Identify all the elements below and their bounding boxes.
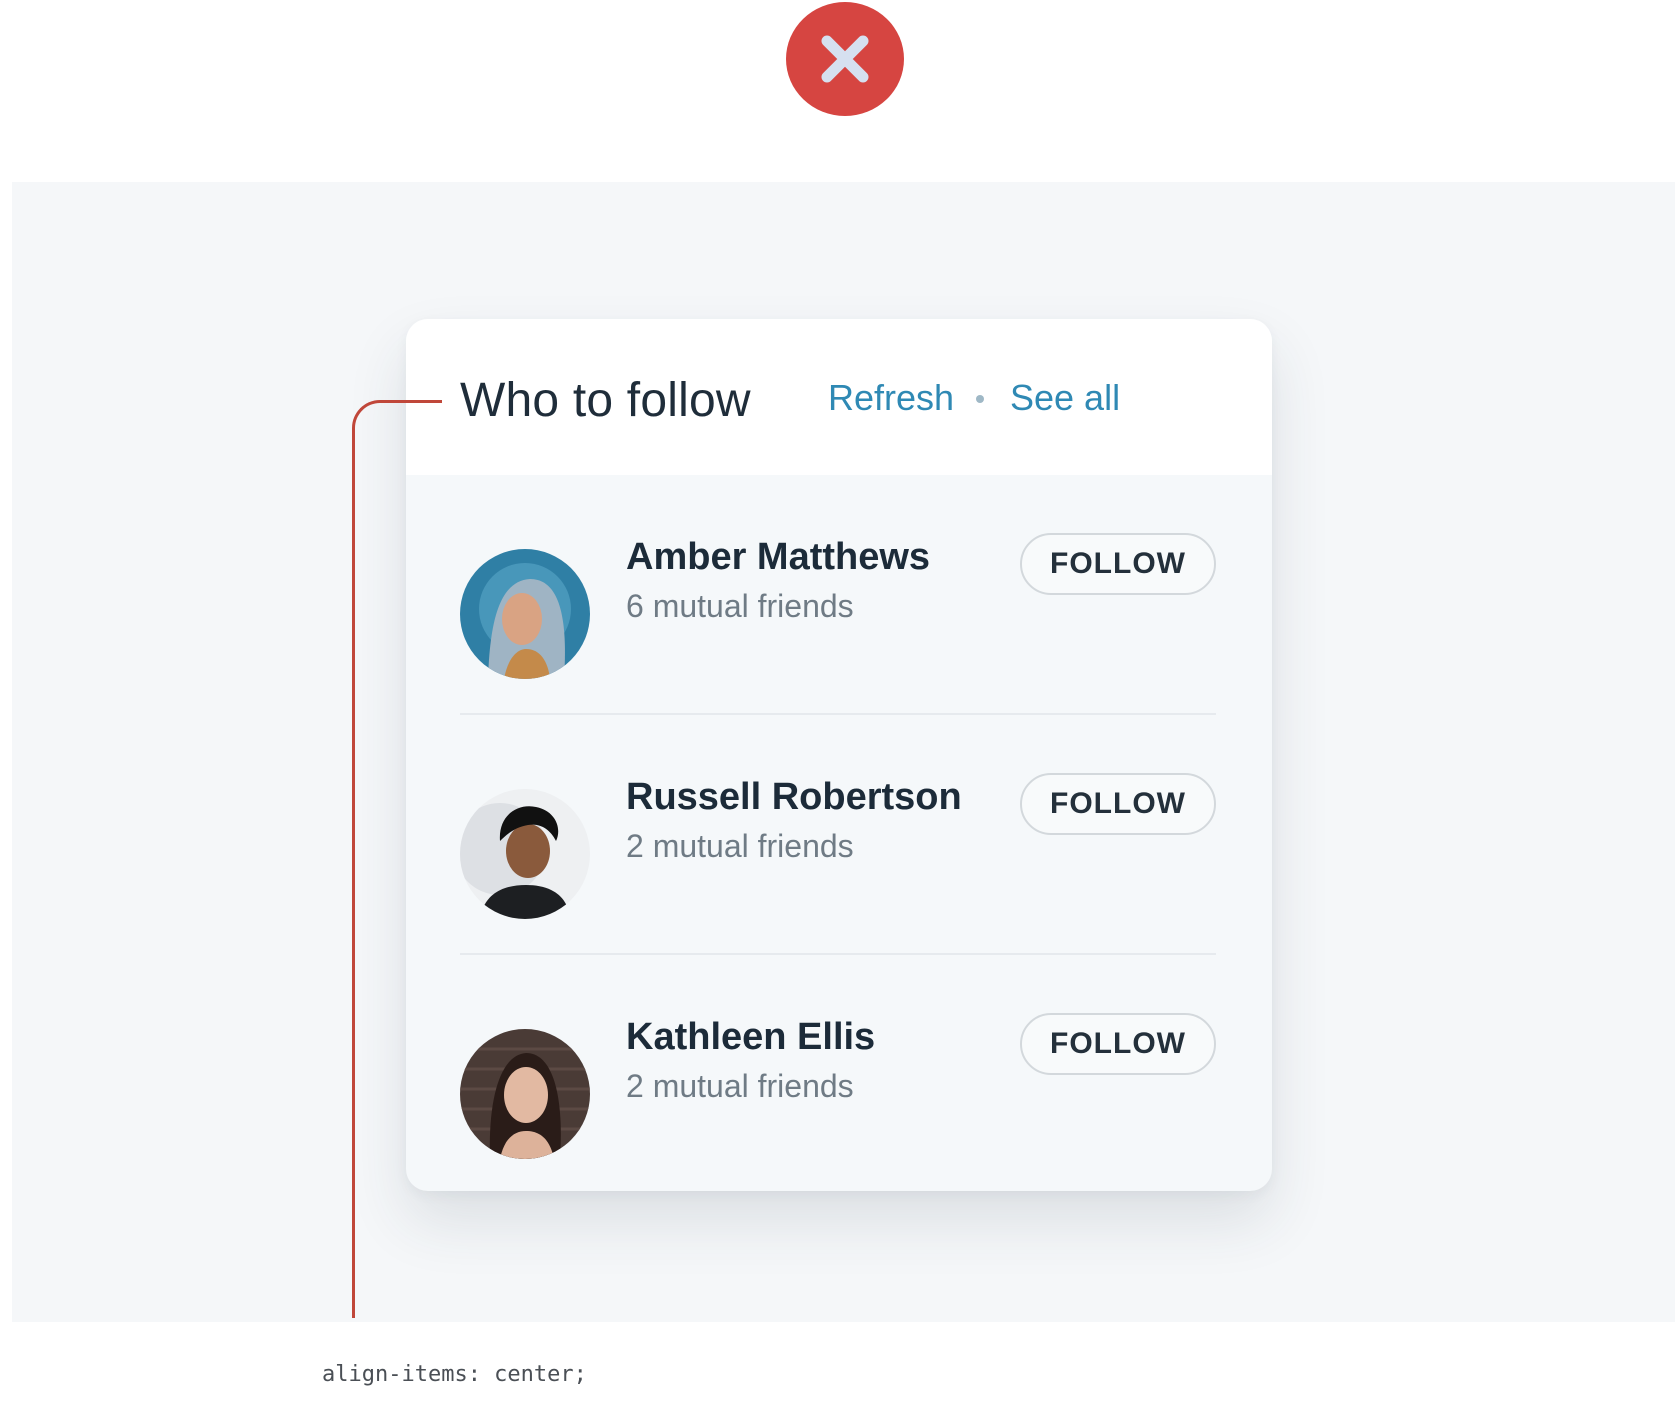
card-header: Who to follow Refresh See all	[406, 319, 1272, 475]
list-item: Kathleen Ellis 2 mutual friends FOLLOW	[406, 955, 1272, 1191]
refresh-link[interactable]: Refresh	[828, 377, 954, 419]
who-to-follow-card: Who to follow Refresh See all Amber Matt…	[406, 319, 1272, 1191]
separator-dot	[976, 395, 984, 403]
card-title: Who to follow	[460, 374, 751, 427]
user-name[interactable]: Amber Matthews	[626, 536, 930, 579]
avatar	[460, 789, 590, 919]
user-name[interactable]: Kathleen Ellis	[626, 1016, 875, 1059]
mutual-friends: 2 mutual friends	[626, 828, 854, 864]
css-annotation-label: align-items: center;	[322, 1362, 587, 1387]
error-cross-icon	[786, 2, 904, 116]
user-name[interactable]: Russell Robertson	[626, 776, 962, 819]
list-item: Amber Matthews 6 mutual friends FOLLOW	[406, 475, 1272, 713]
avatar	[460, 1029, 590, 1159]
guide-line-vertical	[352, 428, 355, 1318]
follow-button[interactable]: FOLLOW	[1020, 1013, 1216, 1075]
avatar	[460, 549, 590, 679]
page: Who to follow Refresh See all Amber Matt…	[0, 0, 1677, 1401]
mutual-friends: 2 mutual friends	[626, 1068, 854, 1104]
follow-button[interactable]: FOLLOW	[1020, 773, 1216, 835]
mutual-friends: 6 mutual friends	[626, 588, 854, 624]
guide-line-horizontal	[382, 400, 442, 403]
see-all-link[interactable]: See all	[1010, 377, 1120, 419]
follow-button[interactable]: FOLLOW	[1020, 533, 1216, 595]
list-item: Russell Robertson 2 mutual friends FOLLO…	[406, 715, 1272, 953]
